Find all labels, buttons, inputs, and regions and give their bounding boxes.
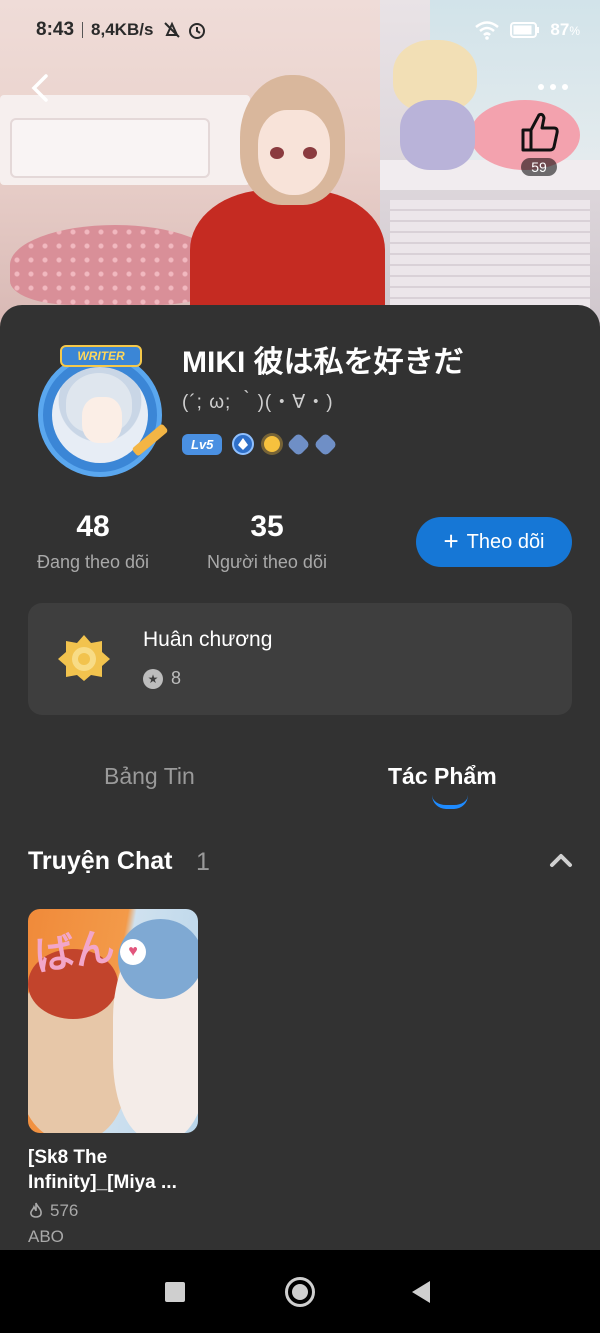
heart-icon: ♥ bbox=[120, 939, 146, 965]
followers-count: 35 bbox=[250, 510, 284, 543]
section-count: 1 bbox=[196, 848, 210, 876]
medals-count: ★ 8 bbox=[143, 668, 181, 689]
pen-nib-badge-icon[interactable] bbox=[232, 433, 255, 455]
more-options-button[interactable] bbox=[528, 72, 578, 102]
profile-bio: (´; ω; ｀)(・∀・) bbox=[182, 392, 334, 413]
plus-icon: + bbox=[443, 525, 459, 556]
medals-title: Huân chương bbox=[143, 628, 273, 651]
medals-count-value: 8 bbox=[171, 668, 182, 688]
home-button[interactable] bbox=[285, 1277, 315, 1307]
crystal-badge-icon[interactable] bbox=[313, 431, 338, 457]
work-views-count: 576 bbox=[50, 1201, 79, 1220]
avatar[interactable]: WRITER bbox=[30, 345, 170, 477]
medal-icon bbox=[58, 635, 110, 681]
profile-panel: WRITER MIKI 彼は私を好きだ (´; ω; ｀)(・∀・) Lv5 4… bbox=[0, 305, 600, 1250]
status-time: 8:43 bbox=[36, 19, 75, 40]
hexagon-badge-icon[interactable] bbox=[286, 431, 311, 457]
work-title-line-1: [Sk8 The bbox=[28, 1147, 108, 1168]
following-count: 48 bbox=[76, 510, 110, 543]
medals-card[interactable]: Huân chương ★ 8 bbox=[28, 603, 572, 715]
work-title-line-2: Infinity]_[Miya ... bbox=[28, 1172, 177, 1193]
alarm-icon bbox=[189, 23, 206, 39]
like-count: 59 bbox=[521, 158, 557, 176]
work-title: [Sk8 The Infinity]_[Miya ... bbox=[28, 1145, 198, 1195]
tab-news[interactable]: Bảng Tin bbox=[104, 763, 195, 790]
following-stat[interactable]: 48 Đang theo dõi bbox=[28, 510, 158, 573]
thumbs-up-icon bbox=[521, 112, 559, 152]
cover-drawer bbox=[10, 118, 210, 178]
followers-label: Người theo dõi bbox=[207, 552, 327, 572]
cover-character bbox=[190, 75, 390, 330]
section-title: Truyện Chat bbox=[28, 847, 173, 875]
work-card[interactable]: ばん ♥ [Sk8 The Infinity]_[Miya ... 576 AB… bbox=[28, 909, 198, 1247]
system-back-button[interactable] bbox=[412, 1281, 430, 1303]
work-views: 576 bbox=[28, 1201, 198, 1221]
chevron-left-icon bbox=[31, 74, 48, 102]
achievement-badges: Lv5 bbox=[182, 431, 338, 457]
cover-stool bbox=[10, 225, 220, 305]
following-label: Đang theo dõi bbox=[36, 552, 150, 572]
work-tag: ABO bbox=[28, 1227, 64, 1246]
active-tab-indicator bbox=[432, 795, 468, 809]
dnd-icon bbox=[164, 21, 181, 38]
chevron-up-icon[interactable] bbox=[548, 849, 574, 871]
wifi-icon bbox=[475, 21, 500, 40]
recent-apps-button[interactable] bbox=[165, 1282, 185, 1302]
writer-badge: WRITER bbox=[60, 345, 142, 367]
follow-button-label: Theo dõi bbox=[466, 530, 545, 553]
status-bar: 8:43 8,4KB/s 87% bbox=[0, 10, 600, 50]
star-icon: ★ bbox=[143, 668, 163, 689]
more-dot-icon bbox=[550, 84, 556, 90]
flame-icon bbox=[30, 1202, 42, 1218]
more-dot-icon bbox=[562, 84, 568, 90]
like-button[interactable]: 59 bbox=[510, 110, 568, 185]
profile-username: MIKI 彼は私を好きだ bbox=[182, 346, 464, 379]
level-badge[interactable]: Lv5 bbox=[182, 433, 223, 455]
status-battery: 87 bbox=[550, 20, 570, 39]
status-network-speed: 8,4KB/s bbox=[91, 20, 154, 39]
back-button[interactable] bbox=[22, 70, 58, 106]
work-cover-image: ばん ♥ bbox=[28, 909, 198, 1133]
tab-works[interactable]: Tác Phẩm bbox=[388, 763, 497, 790]
cover-plush-cat bbox=[385, 40, 485, 170]
followers-stat[interactable]: 35 Người theo dõi bbox=[198, 510, 336, 573]
status-battery-unit: % bbox=[569, 24, 580, 38]
system-navigation-bar bbox=[0, 1250, 600, 1333]
follow-button[interactable]: + Theo dõi bbox=[416, 517, 572, 567]
more-dot-icon bbox=[538, 84, 544, 90]
status-separator bbox=[82, 22, 84, 38]
battery-icon bbox=[510, 22, 540, 38]
sun-badge-icon[interactable] bbox=[264, 436, 281, 452]
